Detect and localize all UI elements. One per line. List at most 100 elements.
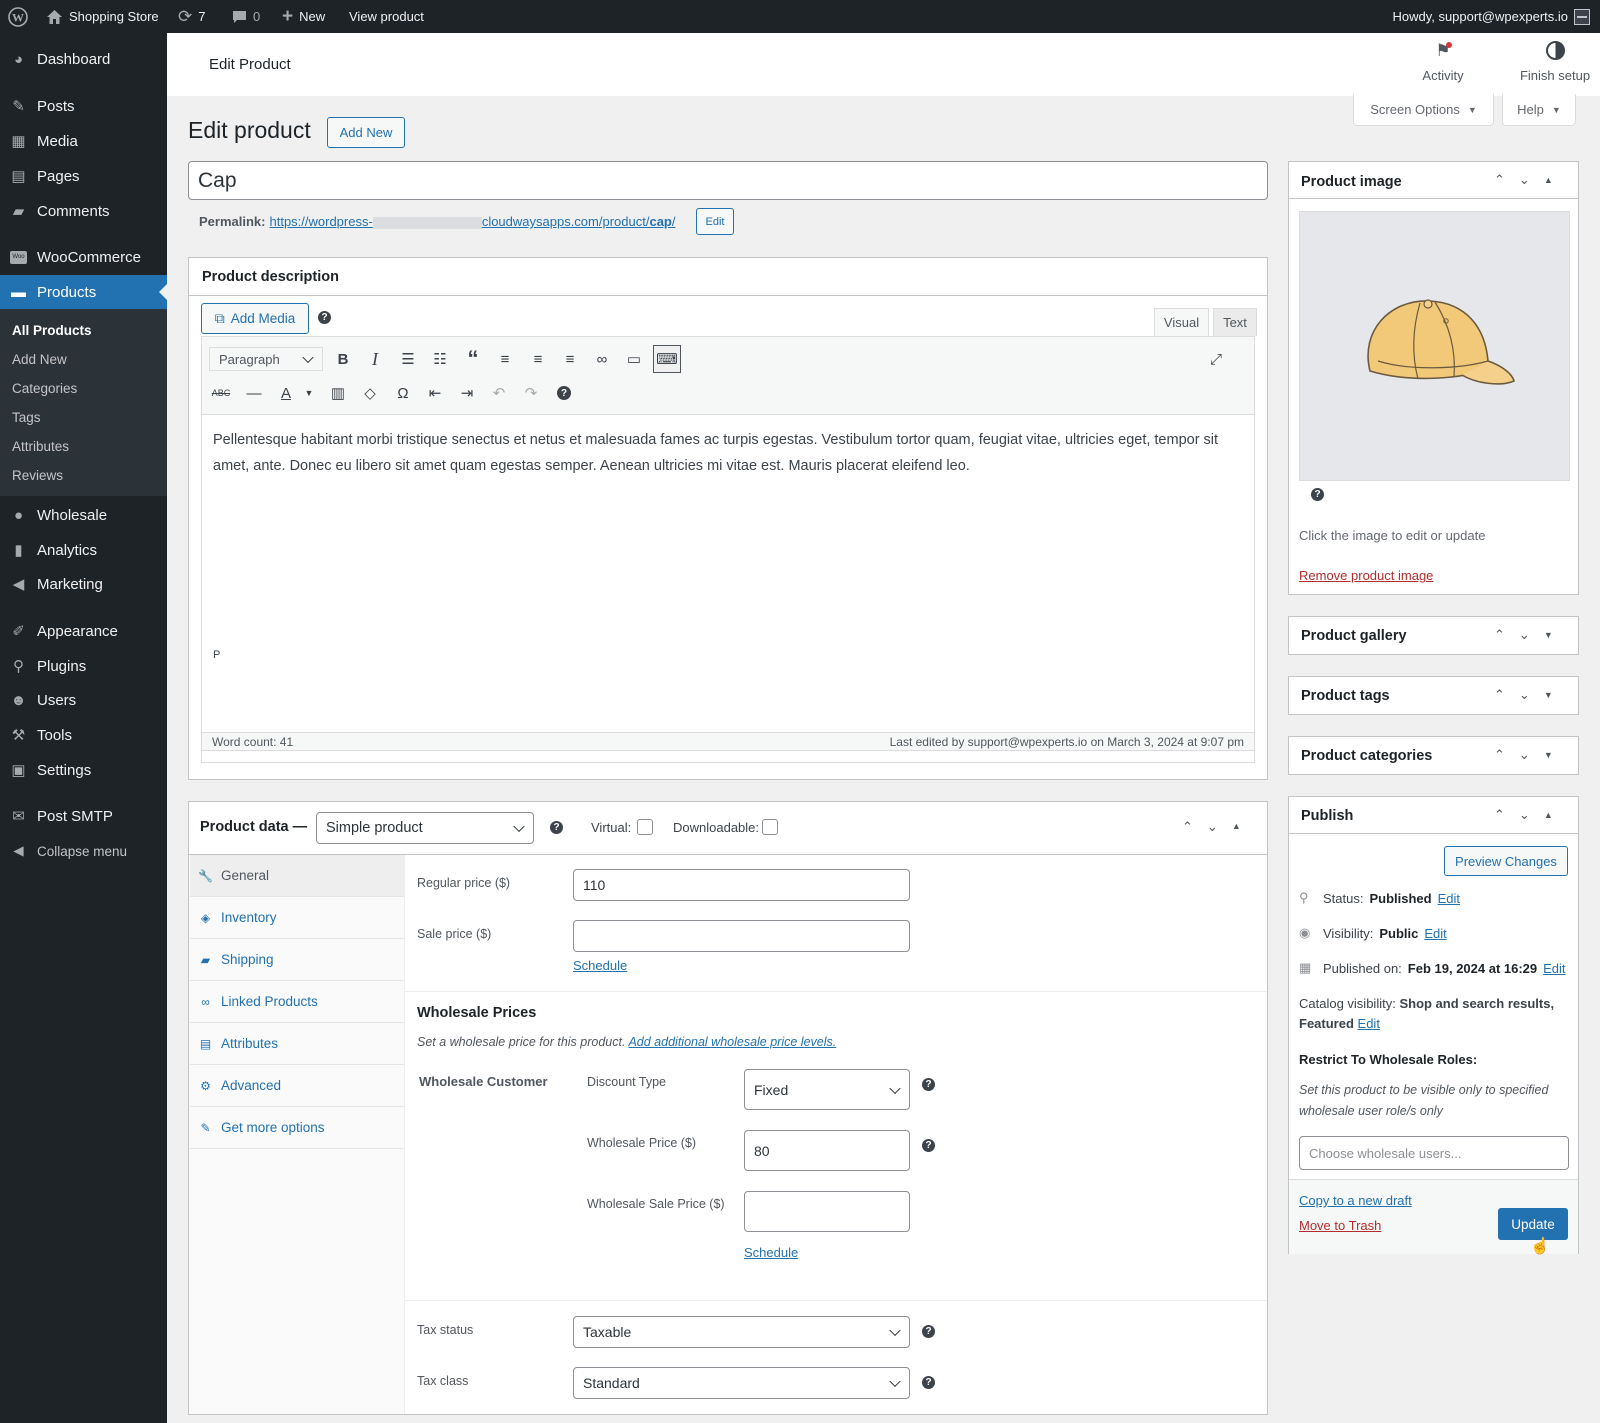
new-content-link[interactable]: + New bbox=[282, 0, 325, 33]
toggle-panel-icon[interactable]: ▲ bbox=[1544, 810, 1553, 823]
bullet-list-icon[interactable]: ☰ bbox=[397, 348, 419, 370]
tab-visual[interactable]: Visual bbox=[1154, 308, 1209, 336]
editor-content[interactable]: Pellentesque habitant morbi tristique se… bbox=[213, 427, 1243, 479]
keyboard-help-icon[interactable]: ? bbox=[557, 386, 571, 400]
link-icon[interactable]: ∞ bbox=[591, 348, 613, 370]
align-right-icon[interactable]: ≡ bbox=[559, 348, 581, 370]
tab-attributes[interactable]: ▤ Attributes bbox=[190, 1023, 404, 1065]
special-character-icon[interactable]: Ω bbox=[392, 382, 414, 404]
visibility-edit-link[interactable]: Edit bbox=[1424, 926, 1446, 941]
tab-get-more-options[interactable]: ✎ Get more options bbox=[190, 1107, 404, 1149]
move-up-icon[interactable]: ⌃ bbox=[1494, 172, 1505, 188]
toolbar-toggle-icon[interactable]: ⌨ bbox=[653, 345, 681, 373]
move-up-icon[interactable]: ⌃ bbox=[1494, 807, 1505, 823]
product-gallery-box[interactable]: Product gallery ⌃ ⌄ ▼ bbox=[1288, 616, 1579, 655]
move-up-icon[interactable]: ⌃ bbox=[1494, 627, 1505, 643]
virtual-checkbox[interactable] bbox=[637, 819, 653, 835]
text-color-icon[interactable]: A bbox=[275, 382, 297, 404]
align-left-icon[interactable]: ≡ bbox=[494, 348, 516, 370]
move-up-icon[interactable]: ⌃ bbox=[1182, 819, 1193, 835]
blockquote-icon[interactable]: “ bbox=[462, 346, 484, 371]
schedule-link[interactable]: Schedule bbox=[573, 958, 627, 973]
bold-icon[interactable]: B bbox=[332, 348, 354, 370]
tab-general[interactable]: 🔧 General bbox=[190, 855, 404, 897]
align-center-icon[interactable]: ≡ bbox=[527, 348, 549, 370]
fullscreen-icon[interactable]: ⤢ bbox=[1205, 348, 1227, 370]
move-up-icon[interactable]: ⌃ bbox=[1494, 687, 1505, 703]
wholesale-price-input[interactable]: 80 bbox=[744, 1130, 910, 1171]
help-icon[interactable]: ? bbox=[922, 1325, 935, 1338]
wholesale-levels-link[interactable]: Add additional wholesale price levels. bbox=[628, 1035, 836, 1049]
menu-wholesale[interactable]: ● Wholesale bbox=[0, 498, 167, 532]
help-button[interactable]: Help ▼ bbox=[1502, 94, 1576, 126]
published-edit-link[interactable]: Edit bbox=[1543, 961, 1565, 976]
remove-image-link[interactable]: Remove product image bbox=[1299, 568, 1433, 583]
finish-setup-button[interactable]: Finish setup bbox=[1515, 41, 1595, 83]
paste-text-icon[interactable]: ▥ bbox=[327, 382, 349, 404]
wholesale-sale-price-input[interactable] bbox=[744, 1191, 910, 1232]
move-down-icon[interactable]: ⌄ bbox=[1207, 819, 1218, 835]
menu-products[interactable]: ▬ Products bbox=[0, 275, 167, 309]
tab-text[interactable]: Text bbox=[1213, 308, 1257, 336]
toggle-panel-icon[interactable]: ▼ bbox=[1544, 750, 1553, 763]
collapse-menu-button[interactable]: ◀ Collapse menu bbox=[0, 834, 167, 868]
italic-icon[interactable]: I bbox=[364, 348, 386, 370]
outdent-icon[interactable]: ⇤ bbox=[424, 382, 446, 404]
move-down-icon[interactable]: ⌄ bbox=[1519, 747, 1530, 763]
menu-media[interactable]: ▦ Media bbox=[0, 124, 167, 158]
product-image[interactable] bbox=[1299, 211, 1570, 481]
activity-button[interactable]: ⚑ Activity bbox=[1415, 41, 1471, 83]
my-account-link[interactable]: Howdy, support@wpexperts.io bbox=[1392, 0, 1590, 33]
menu-woocommerce[interactable]: Woo WooCommerce bbox=[0, 240, 167, 274]
menu-post-smtp[interactable]: ✉ Post SMTP bbox=[0, 799, 167, 833]
submenu-reviews[interactable]: Reviews bbox=[12, 468, 63, 483]
numbered-list-icon[interactable]: ☷ bbox=[429, 348, 451, 370]
copy-draft-link[interactable]: Copy to a new draft bbox=[1299, 1193, 1412, 1208]
help-icon[interactable]: ? bbox=[922, 1078, 935, 1091]
wholesale-schedule-link[interactable]: Schedule bbox=[744, 1245, 798, 1260]
updates-link[interactable]: ⟳ 7 bbox=[178, 0, 205, 33]
title-input[interactable]: Cap bbox=[188, 161, 1268, 200]
permalink-link[interactable]: https://wordpress-cloudwaysapps.com/prod… bbox=[269, 214, 675, 229]
regular-price-input[interactable]: 110 bbox=[573, 869, 910, 901]
horizontal-line-icon[interactable]: — bbox=[243, 382, 265, 404]
text-color-dropdown-icon[interactable]: ▼ bbox=[298, 382, 320, 404]
help-icon[interactable]: ? bbox=[318, 311, 331, 324]
submenu-categories[interactable]: Categories bbox=[12, 381, 77, 396]
wordpress-logo-icon[interactable]: W bbox=[8, 0, 28, 33]
toggle-panel-icon[interactable]: ▼ bbox=[1544, 690, 1553, 703]
redo-icon[interactable]: ↷ bbox=[520, 382, 542, 404]
menu-posts[interactable]: ✎ Posts bbox=[0, 89, 167, 123]
move-to-trash-link[interactable]: Move to Trash bbox=[1299, 1218, 1381, 1233]
help-icon[interactable]: ? bbox=[1311, 488, 1324, 501]
menu-pages[interactable]: ▤ Pages bbox=[0, 159, 167, 193]
help-icon[interactable]: ? bbox=[550, 821, 563, 834]
toggle-panel-icon[interactable]: ▼ bbox=[1544, 630, 1553, 643]
menu-settings[interactable]: ▣ Settings bbox=[0, 753, 167, 787]
add-new-button[interactable]: Add New bbox=[327, 117, 405, 148]
site-name-link[interactable]: Shopping Store bbox=[46, 0, 159, 33]
tab-advanced[interactable]: ⚙ Advanced bbox=[190, 1065, 404, 1107]
screen-options-button[interactable]: Screen Options ▼ bbox=[1353, 94, 1494, 126]
clear-formatting-icon[interactable]: ◇ bbox=[359, 382, 381, 404]
read-more-icon[interactable]: ▭ bbox=[623, 348, 645, 370]
status-edit-link[interactable]: Edit bbox=[1438, 891, 1460, 906]
wholesale-roles-input[interactable]: Choose wholesale users... bbox=[1299, 1136, 1569, 1170]
tax-status-select[interactable]: Taxable bbox=[573, 1316, 910, 1348]
discount-type-select[interactable]: Fixed bbox=[744, 1069, 910, 1110]
submenu-all-products[interactable]: All Products bbox=[12, 323, 92, 338]
format-select[interactable]: Paragraph bbox=[209, 347, 323, 371]
permalink-edit-button[interactable]: Edit bbox=[696, 208, 734, 235]
product-tags-box[interactable]: Product tags ⌃ ⌄ ▼ bbox=[1288, 676, 1579, 715]
tax-class-select[interactable]: Standard bbox=[573, 1367, 910, 1399]
catalog-edit-link[interactable]: Edit bbox=[1358, 1016, 1380, 1031]
help-icon[interactable]: ? bbox=[922, 1139, 935, 1152]
product-type-select[interactable]: Simple product bbox=[316, 812, 534, 844]
move-down-icon[interactable]: ⌄ bbox=[1519, 687, 1530, 703]
menu-users[interactable]: ☻ Users bbox=[0, 683, 167, 717]
menu-comments[interactable]: ▰ Comments bbox=[0, 194, 167, 228]
submenu-tags[interactable]: Tags bbox=[12, 410, 41, 425]
menu-tools[interactable]: ⚒ Tools bbox=[0, 718, 167, 752]
undo-icon[interactable]: ↶ bbox=[488, 382, 510, 404]
menu-plugins[interactable]: ⚲ Plugins bbox=[0, 649, 167, 683]
